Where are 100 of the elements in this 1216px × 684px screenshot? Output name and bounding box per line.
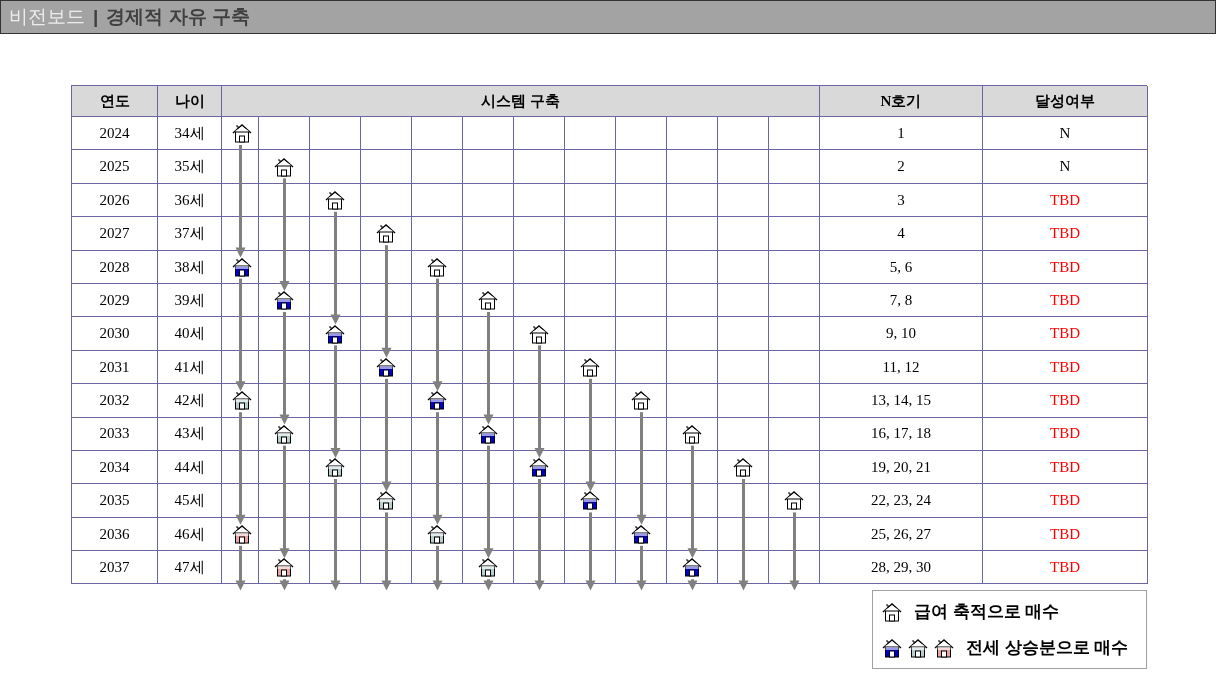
section-title: 비전보드 xyxy=(9,4,85,29)
down-arrow xyxy=(636,545,647,591)
year-cell: 2035 xyxy=(72,484,158,518)
year-cell: 2025 xyxy=(72,150,158,184)
age-cell: 41세 xyxy=(158,350,222,385)
status-cell: TBD xyxy=(983,317,1148,351)
house-icon xyxy=(529,457,549,478)
house-icon xyxy=(325,189,345,210)
legend-label: 전세 상승분으로 매수 xyxy=(966,636,1129,659)
house-icon xyxy=(580,490,600,511)
house-icon xyxy=(682,557,702,578)
legend-label: 급여 축적으로 매수 xyxy=(914,601,1060,624)
age-cell: 47세 xyxy=(158,551,222,585)
status-cell: TBD xyxy=(983,450,1148,485)
status-cell: TBD xyxy=(983,484,1148,518)
house-icon xyxy=(934,637,954,658)
status-cell: TBD xyxy=(983,183,1148,218)
house-icon xyxy=(908,637,928,658)
house-icon xyxy=(232,390,252,411)
house-icon xyxy=(478,423,498,444)
age-cell: 44세 xyxy=(158,450,222,485)
year-cell: 2031 xyxy=(72,350,158,385)
house-icon xyxy=(427,523,447,544)
house-icon xyxy=(325,457,345,478)
unit-cell: 3 xyxy=(820,183,983,218)
age-cell: 40세 xyxy=(158,317,222,351)
house-icon xyxy=(232,256,252,277)
age-cell: 37세 xyxy=(158,217,222,251)
year-cell: 2029 xyxy=(72,283,158,318)
status-cell: N xyxy=(983,117,1148,151)
year-cell: 2036 xyxy=(72,517,158,552)
year-cell: 2033 xyxy=(72,417,158,451)
house-icon xyxy=(882,637,902,658)
house-icon xyxy=(784,490,804,511)
house-icon xyxy=(682,423,702,444)
house-icon xyxy=(232,123,252,144)
column-header: 연도 xyxy=(72,86,158,117)
house-icon xyxy=(325,323,345,344)
year-cell: 2027 xyxy=(72,217,158,251)
age-cell: 38세 xyxy=(158,250,222,284)
house-icon xyxy=(631,390,651,411)
unit-cell: 13, 14, 15 xyxy=(820,384,983,418)
column-header: 달성여부 xyxy=(983,86,1148,117)
house-icon xyxy=(274,290,294,311)
unit-cell: 1 xyxy=(820,117,983,151)
house-icon xyxy=(478,557,498,578)
house-icon xyxy=(427,256,447,277)
year-cell: 2037 xyxy=(72,551,158,585)
house-icon xyxy=(882,602,902,623)
age-cell: 43세 xyxy=(158,417,222,451)
house-icon xyxy=(376,490,396,511)
column-header: N호기 xyxy=(820,86,983,117)
age-cell: 39세 xyxy=(158,283,222,318)
house-icon xyxy=(631,523,651,544)
house-icon xyxy=(274,557,294,578)
age-cell: 46세 xyxy=(158,517,222,552)
status-cell: N xyxy=(983,150,1148,184)
year-cell: 2026 xyxy=(72,183,158,218)
status-cell: TBD xyxy=(983,283,1148,318)
column-header: 시스템 구축 xyxy=(222,86,820,117)
house-icon xyxy=(376,356,396,377)
house-icon xyxy=(529,323,549,344)
status-cell: TBD xyxy=(983,551,1148,585)
age-cell: 36세 xyxy=(158,183,222,218)
house-icon xyxy=(232,523,252,544)
unit-cell: 2 xyxy=(820,150,983,184)
age-cell: 35세 xyxy=(158,150,222,184)
house-icon xyxy=(478,290,498,311)
down-arrow xyxy=(432,545,443,591)
year-cell: 2034 xyxy=(72,450,158,485)
year-cell: 2030 xyxy=(72,317,158,351)
status-cell: TBD xyxy=(983,517,1148,552)
year-cell: 2032 xyxy=(72,384,158,418)
unit-cell: 11, 12 xyxy=(820,350,983,385)
age-cell: 42세 xyxy=(158,384,222,418)
age-cell: 45세 xyxy=(158,484,222,518)
status-cell: TBD xyxy=(983,217,1148,251)
down-arrow xyxy=(687,579,698,591)
title-separator: | xyxy=(93,4,99,29)
unit-cell: 25, 26, 27 xyxy=(820,517,983,552)
column-header: 나이 xyxy=(158,86,222,117)
status-cell: TBD xyxy=(983,417,1148,451)
house-icon xyxy=(376,223,396,244)
unit-cell: 16, 17, 18 xyxy=(820,417,983,451)
house-icon xyxy=(580,356,600,377)
down-arrow xyxy=(483,579,494,591)
unit-cell: 22, 23, 24 xyxy=(820,484,983,518)
page-title: 경제적 자유 구축 xyxy=(106,4,250,29)
year-cell: 2028 xyxy=(72,250,158,284)
unit-cell: 4 xyxy=(820,217,983,251)
unit-cell: 5, 6 xyxy=(820,250,983,284)
unit-cell: 28, 29, 30 xyxy=(820,551,983,585)
status-cell: TBD xyxy=(983,350,1148,385)
status-cell: TBD xyxy=(983,384,1148,418)
house-icon xyxy=(274,156,294,177)
house-icon xyxy=(274,423,294,444)
unit-cell: 7, 8 xyxy=(820,283,983,318)
year-cell: 2024 xyxy=(72,117,158,151)
house-icon xyxy=(427,390,447,411)
status-cell: TBD xyxy=(983,250,1148,284)
